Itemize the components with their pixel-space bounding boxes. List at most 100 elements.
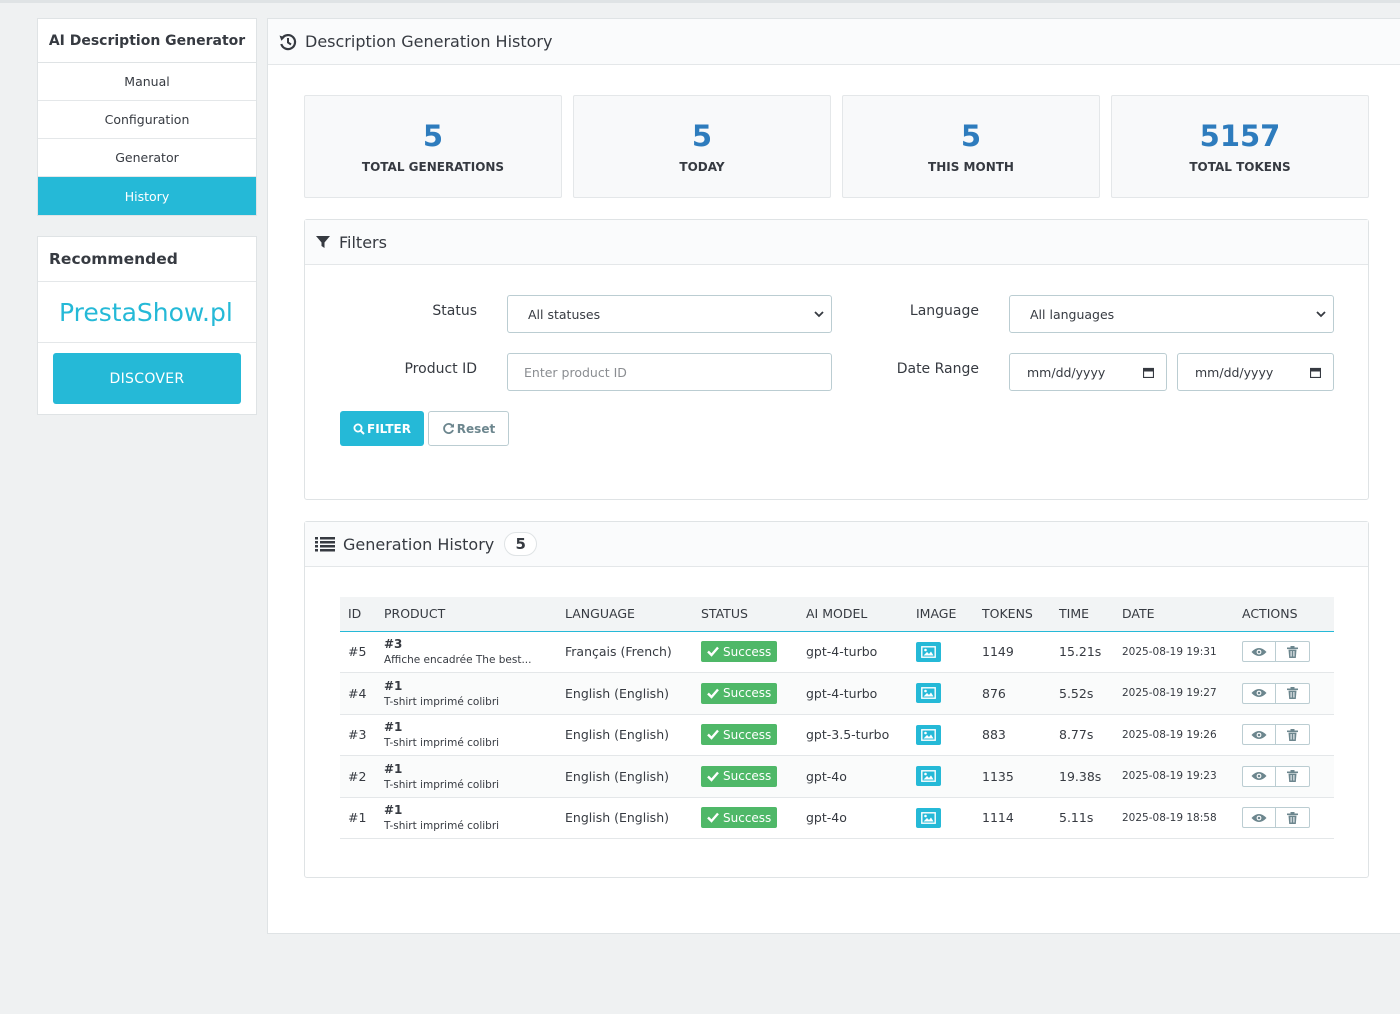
language-select-value: All languages	[1030, 306, 1115, 322]
view-button[interactable]	[1242, 641, 1276, 663]
list-icon	[315, 537, 335, 552]
status-badge: Success	[701, 765, 778, 787]
col-status[interactable]: STATUS	[693, 597, 798, 631]
row-id: #1	[348, 810, 367, 826]
row-time: 5.11s	[1059, 810, 1094, 826]
product-id[interactable]: #1	[384, 762, 557, 776]
row-language: English (English)	[565, 810, 669, 826]
calendar-icon[interactable]	[1310, 367, 1321, 378]
discover-button[interactable]: DISCOVER	[53, 353, 241, 404]
stat-value: 5	[691, 118, 713, 153]
product-name: Affiche encadrée The best...	[384, 654, 532, 667]
status-badge: Success	[701, 682, 778, 704]
row-time: 5.52s	[1059, 685, 1094, 701]
product-id-input[interactable]: Enter product ID	[507, 353, 832, 391]
calendar-icon[interactable]	[1143, 367, 1154, 378]
product-id[interactable]: #1	[384, 679, 557, 693]
stat-value: 5157	[1199, 118, 1281, 153]
image-icon[interactable]	[916, 766, 941, 787]
image-icon[interactable]	[916, 641, 941, 662]
status-text: Success	[723, 769, 772, 784]
view-button[interactable]	[1242, 807, 1276, 829]
product-id[interactable]: #1	[384, 803, 557, 817]
col-product[interactable]: PRODUCT	[376, 597, 557, 631]
filter-button[interactable]: FILTER	[340, 411, 424, 446]
delete-button[interactable]	[1276, 682, 1310, 704]
image-icon[interactable]	[916, 724, 941, 745]
view-button[interactable]	[1242, 724, 1276, 746]
trash-icon	[1287, 728, 1298, 741]
check-icon	[707, 729, 719, 741]
status-text: Success	[723, 686, 772, 701]
check-icon	[707, 812, 719, 824]
status-text: Success	[723, 810, 772, 825]
row-actions	[1234, 631, 1334, 673]
search-icon	[353, 423, 365, 435]
view-button[interactable]	[1242, 765, 1276, 787]
image-icon[interactable]	[916, 807, 941, 828]
status-text: Success	[723, 644, 772, 659]
product-name: T-shirt imprimé colibri	[384, 820, 500, 833]
view-button[interactable]	[1242, 682, 1276, 704]
row-status: Success	[693, 756, 798, 798]
sidebar-item-configuration[interactable]: Configuration	[38, 101, 256, 139]
table-row: #5 #3 Affiche encadrée The best... Français…	[340, 631, 1334, 673]
col-image[interactable]: IMAGE	[908, 597, 974, 631]
language-select[interactable]: All languages	[1009, 295, 1334, 333]
col-ai-model[interactable]: AI MODEL	[798, 597, 908, 631]
col-time[interactable]: TIME	[1051, 597, 1114, 631]
col-date[interactable]: DATE	[1114, 597, 1234, 631]
status-label: Status	[432, 303, 477, 319]
history-table: ID PRODUCT LANGUAGE STATUS AI MODEL IMAG…	[340, 597, 1334, 839]
chevron-down-icon	[814, 311, 824, 318]
delete-button[interactable]	[1276, 807, 1310, 829]
reset-button-label: Reset	[456, 421, 496, 436]
delete-button[interactable]	[1276, 765, 1310, 787]
date-range-label: Date Range	[896, 361, 979, 377]
row-model: gpt-3.5-turbo	[806, 727, 890, 743]
row-date: 2025-08-19 19:27	[1122, 687, 1217, 700]
delete-button[interactable]	[1276, 724, 1310, 746]
row-product: #3 Affiche encadrée The best...	[376, 631, 557, 673]
sidebar-item-manual[interactable]: Manual	[38, 63, 256, 101]
sidebar-item-generator[interactable]: Generator	[38, 139, 256, 177]
sidebar-item-history[interactable]: History	[38, 177, 256, 215]
check-icon	[707, 688, 719, 699]
col-id[interactable]: ID	[340, 597, 376, 631]
product-id[interactable]: #1	[384, 720, 557, 734]
col-tokens[interactable]: TOKENS	[974, 597, 1051, 631]
trash-icon	[1287, 811, 1298, 824]
table-row: #3 #1 T-shirt imprimé colibri English (Engl…	[340, 714, 1334, 756]
prestashow-logo[interactable]: PrestaShow.pl	[38, 282, 256, 343]
row-time: 8.77s	[1059, 727, 1094, 743]
trash-icon	[1287, 645, 1298, 658]
row-id: #5	[348, 644, 367, 660]
trash-icon	[1287, 687, 1298, 700]
col-language[interactable]: LANGUAGE	[557, 597, 693, 631]
status-badge: Success	[701, 641, 778, 663]
stat-label: TOTAL TOKENS	[1189, 159, 1291, 174]
product-id[interactable]: #3	[384, 637, 557, 651]
history-title: Generation History	[343, 534, 495, 554]
row-time: 15.21s	[1059, 644, 1102, 660]
reset-button[interactable]: Reset	[428, 411, 509, 446]
filters-panel: Filters Status All statuses Language All…	[304, 219, 1369, 500]
eye-icon	[1251, 730, 1267, 739]
row-language: English (English)	[565, 685, 669, 701]
row-date: 2025-08-19 19:31	[1122, 645, 1217, 658]
date-to-value: mm/dd/yyyy	[1195, 364, 1274, 380]
page-title: Description Generation History	[305, 32, 553, 51]
row-image	[908, 673, 974, 715]
image-icon[interactable]	[916, 683, 941, 704]
row-language: English (English)	[565, 727, 669, 743]
row-model: gpt-4o	[806, 810, 847, 826]
date-to-input[interactable]: mm/dd/yyyy	[1177, 353, 1334, 391]
status-select[interactable]: All statuses	[507, 295, 832, 333]
row-image	[908, 631, 974, 673]
date-from-input[interactable]: mm/dd/yyyy	[1009, 353, 1167, 391]
delete-button[interactable]	[1276, 641, 1310, 663]
status-select-value: All statuses	[528, 306, 601, 322]
history-header: Generation History 5	[305, 522, 1368, 567]
row-actions	[1234, 673, 1334, 715]
stat-total-generations: 5 TOTAL GENERATIONS	[304, 95, 562, 198]
